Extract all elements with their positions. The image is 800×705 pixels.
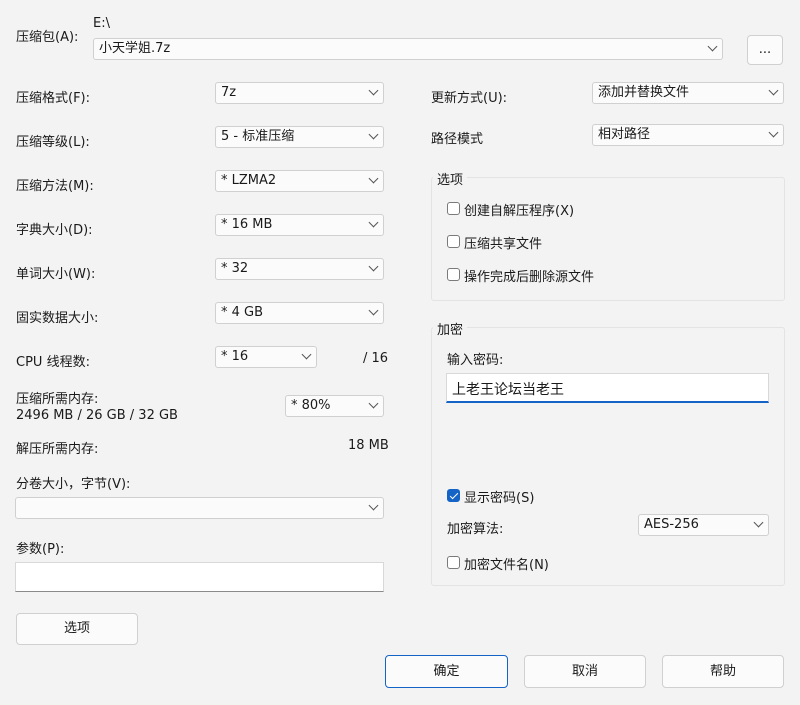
chevron-down-icon <box>368 500 379 511</box>
volume-combo[interactable] <box>15 497 384 519</box>
sfx-checkbox[interactable] <box>447 202 460 215</box>
mem-decompress-label: 解压所需内存: <box>16 442 99 457</box>
password-input[interactable]: 上老王论坛当老王 <box>446 373 769 403</box>
options-group-title: 选项 <box>433 169 468 188</box>
encryption-method-value: AES-256 <box>644 517 699 532</box>
format-combo[interactable]: 7z <box>215 82 384 104</box>
chevron-down-icon <box>368 261 379 272</box>
mem-compress-value: 2496 MB / 26 GB / 32 GB <box>16 408 178 423</box>
level-label: 压缩等级(L): <box>16 135 90 150</box>
chevron-down-icon <box>768 127 779 138</box>
shared-files-checkbox[interactable] <box>447 235 460 248</box>
solid-label: 固实数据大小: <box>16 311 99 326</box>
shared-files-label[interactable]: 压缩共享文件 <box>464 233 542 252</box>
threads-value: * 16 <box>221 349 249 364</box>
dict-combo[interactable]: * 16 MB <box>215 214 384 236</box>
chevron-down-icon <box>368 85 379 96</box>
mem-compress-label: 压缩所需内存: <box>16 392 99 407</box>
method-label: 压缩方法(M): <box>16 179 94 194</box>
chevron-down-icon <box>368 305 379 316</box>
dict-label: 字典大小(D): <box>16 223 93 238</box>
chevron-down-icon <box>368 398 379 409</box>
threads-combo[interactable]: * 16 <box>215 346 317 368</box>
delete-after-label[interactable]: 操作完成后删除源文件 <box>464 266 594 285</box>
encryption-group-title: 加密 <box>433 319 468 338</box>
update-value: 添加并替换文件 <box>598 85 690 100</box>
solid-value: * 4 GB <box>221 305 264 320</box>
help-button[interactable]: 帮助 <box>662 655 784 688</box>
encrypt-names-checkbox[interactable] <box>447 556 460 569</box>
archive-filename: 小天学姐.7z <box>99 41 171 56</box>
method-combo[interactable]: * LZMA2 <box>215 170 384 192</box>
word-combo[interactable]: * 32 <box>215 258 384 280</box>
format-value: 7z <box>221 85 237 100</box>
word-value: * 32 <box>221 261 249 276</box>
chevron-down-icon <box>301 349 312 360</box>
solid-combo[interactable]: * 4 GB <box>215 302 384 324</box>
update-combo[interactable]: 添加并替换文件 <box>592 82 784 104</box>
options-button[interactable]: 选项 <box>16 613 138 645</box>
level-combo[interactable]: 5 - 标准压缩 <box>215 126 384 148</box>
level-value: 5 - 标准压缩 <box>221 129 295 144</box>
chevron-down-icon <box>368 129 379 140</box>
sfx-label[interactable]: 创建自解压程序(X) <box>464 200 574 219</box>
password-value: 上老王论坛当老王 <box>452 382 564 398</box>
params-input[interactable] <box>15 562 384 592</box>
path-mode-value: 相对路径 <box>598 127 651 142</box>
archive-label: 压缩包(A): <box>16 30 79 45</box>
ok-button[interactable]: 确定 <box>385 655 508 688</box>
chevron-down-icon <box>368 173 379 184</box>
encryption-method-combo[interactable]: AES-256 <box>638 514 769 536</box>
mem-decompress-value: 18 MB <box>348 438 389 453</box>
archive-filename-combo[interactable]: 小天学姐.7z <box>93 38 723 60</box>
chevron-down-icon <box>753 517 764 528</box>
update-label: 更新方式(U): <box>431 91 508 106</box>
threads-label: CPU 线程数: <box>16 355 90 370</box>
mem-percent-value: * 80% <box>291 398 331 413</box>
browse-button[interactable]: ... <box>747 35 783 65</box>
chevron-down-icon <box>368 217 379 228</box>
show-password-checkbox[interactable] <box>447 489 460 502</box>
mem-percent-combo[interactable]: * 80% <box>285 395 384 417</box>
dict-value: * 16 MB <box>221 217 273 232</box>
format-label: 压缩格式(F): <box>16 91 91 106</box>
password-label: 输入密码: <box>447 353 504 368</box>
archive-path: E:\ <box>93 16 110 31</box>
params-label: 参数(P): <box>16 542 65 557</box>
path-mode-label: 路径模式 <box>431 132 484 147</box>
chevron-down-icon <box>707 41 718 52</box>
volume-label: 分卷大小，字节(V): <box>16 477 131 492</box>
delete-after-checkbox[interactable] <box>447 268 460 281</box>
encrypt-names-label[interactable]: 加密文件名(N) <box>464 554 549 573</box>
threads-total: / 16 <box>363 351 389 366</box>
path-mode-combo[interactable]: 相对路径 <box>592 124 784 146</box>
chevron-down-icon <box>768 85 779 96</box>
cancel-button[interactable]: 取消 <box>524 655 646 688</box>
method-value: * LZMA2 <box>221 173 277 188</box>
encryption-method-label: 加密算法: <box>447 522 504 537</box>
word-label: 单词大小(W): <box>16 267 96 282</box>
show-password-label[interactable]: 显示密码(S) <box>464 487 534 506</box>
